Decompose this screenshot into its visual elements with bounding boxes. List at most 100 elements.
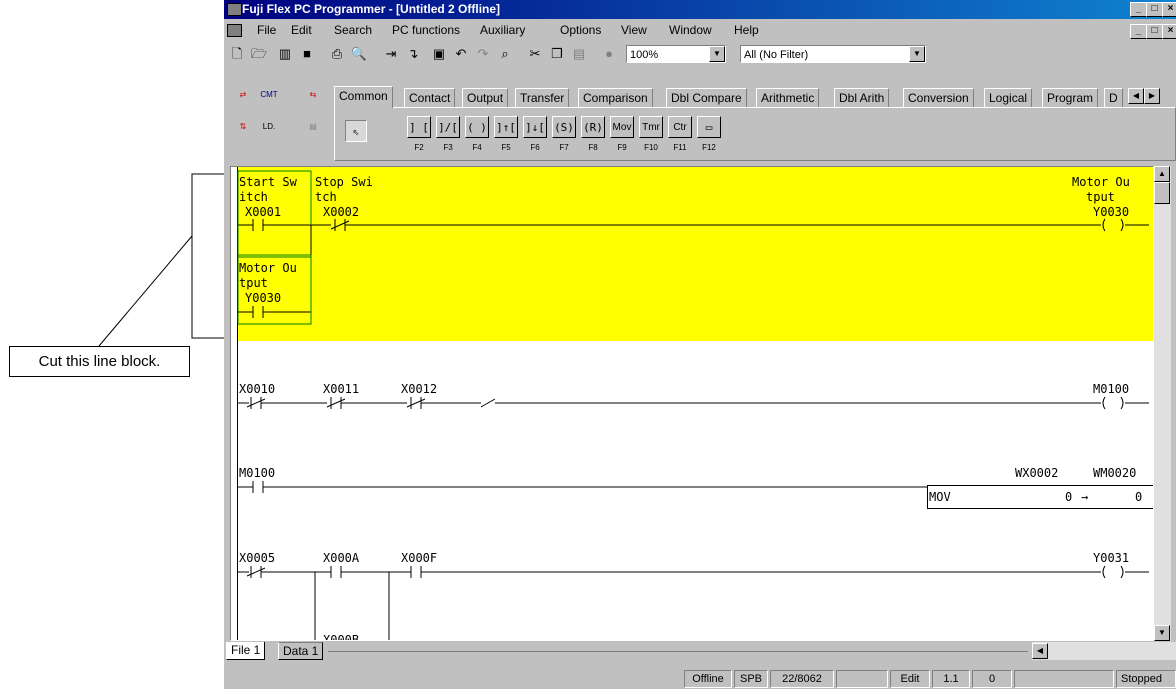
ld-or-icon[interactable]: LD.: [258, 116, 280, 138]
open-folder-icon[interactable]: 🗁: [250, 45, 268, 63]
tab-arithmetic[interactable]: Arithmetic: [756, 88, 820, 108]
instruction-timer[interactable]: Tmr: [639, 116, 663, 138]
doc-maximize-button[interactable]: □: [1146, 24, 1163, 39]
horizontal-scrollbar[interactable]: ◀: [1032, 642, 1176, 660]
instruction-reset[interactable]: (R): [581, 116, 605, 138]
filter-value: All (No Filter): [744, 49, 809, 61]
close-button[interactable]: ×: [1162, 2, 1176, 17]
zoom-select[interactable]: 100% ▼: [626, 45, 726, 63]
cut-icon[interactable]: ✂: [526, 45, 544, 63]
status-run-state: Stopped: [1116, 670, 1176, 688]
app-icon: [227, 3, 242, 16]
insert-rung-icon[interactable]: ⇄: [232, 84, 254, 106]
menu-search[interactable]: Search: [334, 23, 372, 37]
upload-icon[interactable]: ↴: [404, 45, 422, 63]
instruction-mov[interactable]: Mov: [610, 116, 634, 138]
menu-window[interactable]: Window: [669, 23, 712, 37]
menu-edit[interactable]: Edit: [291, 23, 312, 37]
sheet-tab-data1[interactable]: Data 1: [278, 642, 324, 660]
redo-icon[interactable]: ↷: [474, 45, 492, 63]
contact-x0002-nc[interactable]: [311, 219, 350, 231]
instruction-coil[interactable]: ( ): [465, 116, 489, 138]
maximize-button[interactable]: □: [1146, 2, 1163, 17]
pointer-tool[interactable]: ⇖: [345, 120, 367, 142]
status-bar: Offline SPB 22/8062 Edit 1.1 0 Stopped: [224, 668, 1176, 689]
fkey-label: F5: [501, 143, 511, 152]
print-preview-icon[interactable]: 🔍: [350, 45, 368, 63]
menu-pc-functions[interactable]: PC functions: [392, 23, 460, 37]
scroll-up-icon[interactable]: ▲: [1154, 166, 1170, 182]
menu-help[interactable]: Help: [734, 23, 759, 37]
contact-y0030-parallel[interactable]: [238, 306, 311, 318]
vertical-scrollbar[interactable]: ▲ ▼: [1154, 166, 1171, 641]
tab-logical[interactable]: Logical: [984, 88, 1033, 108]
status-blank-2: [1014, 670, 1114, 688]
comment-io-icon[interactable]: CMT: [258, 84, 280, 106]
doc-minimize-button[interactable]: _: [1130, 24, 1147, 39]
instruction-function-box[interactable]: ▭: [697, 116, 721, 138]
tab-conversion[interactable]: Conversion: [903, 88, 974, 108]
coil-y0030[interactable]: [1102, 218, 1149, 232]
main-toolbar: 🗋 🗁 ▥ ■ ⎙ 🔍 ⇥ ↴ ▣ ↶ ↷ ⌕ ✂ ❐ ▤ ● 100% ▼ Al…: [224, 42, 1176, 66]
chevron-down-icon[interactable]: ▼: [909, 46, 925, 62]
scroll-left-icon[interactable]: ◀: [1032, 643, 1048, 659]
ladder-diagram: [237, 170, 1149, 640]
menu-options[interactable]: Options: [560, 23, 601, 37]
undo-icon[interactable]: ↶: [452, 45, 470, 63]
tab-panel: ⇖ ] [ F2 ]/[ F3 ( ) F4 ]↑[ F5 ]↓[ F6 (S)…: [334, 107, 1176, 161]
zoom-value: 100%: [630, 49, 659, 61]
chevron-down-icon[interactable]: ▼: [709, 46, 725, 62]
tab-dbl-compare[interactable]: Dbl Compare: [666, 88, 747, 108]
tab-scroll-left-icon[interactable]: ◀: [1128, 88, 1144, 104]
sheet-tab-file1[interactable]: File 1: [226, 642, 266, 660]
app-window: Fuji Flex PC Programmer - [Untitled 2 Of…: [224, 0, 1176, 689]
tab-common[interactable]: Common: [334, 86, 393, 108]
instruction-rising-edge[interactable]: ]↑[: [494, 116, 518, 138]
instruction-counter[interactable]: Ctr: [668, 116, 692, 138]
instruction-set[interactable]: (S): [552, 116, 576, 138]
menu-auxiliary[interactable]: Auxiliary: [480, 23, 525, 37]
fkey-label: F8: [588, 143, 598, 152]
download-icon[interactable]: ⇥: [382, 45, 400, 63]
ladder-editor[interactable]: Start Sw itch X0001 Stop Swi tch X0002 M…: [230, 166, 1154, 641]
copy-icon[interactable]: ❐: [548, 45, 566, 63]
find-icon[interactable]: ⌕: [496, 45, 514, 63]
paste-icon[interactable]: ▤: [570, 45, 588, 63]
tab-transfer[interactable]: Transfer: [515, 88, 570, 108]
minimize-button[interactable]: _: [1130, 2, 1147, 17]
library-icon[interactable]: ▥: [276, 45, 294, 63]
fkey-label: F12: [702, 143, 716, 152]
scroll-down-icon[interactable]: ▼: [1154, 625, 1170, 641]
fkey-label: F10: [644, 143, 658, 152]
status-cpu: SPB: [734, 670, 768, 688]
document-icon[interactable]: [227, 24, 242, 37]
doc-close-button[interactable]: ×: [1162, 24, 1176, 39]
contact-x0001[interactable]: [238, 219, 311, 231]
instruction-falling-edge[interactable]: ]↓[: [523, 116, 547, 138]
tab-contact[interactable]: Contact: [404, 88, 456, 108]
block-icon[interactable]: ▤: [302, 116, 324, 138]
filter-select[interactable]: All (No Filter) ▼: [740, 45, 926, 63]
instruction-no-contact[interactable]: ] [: [407, 116, 431, 138]
menu-view[interactable]: View: [621, 23, 647, 37]
window-title: Fuji Flex PC Programmer - [Untitled 2 Of…: [242, 2, 501, 16]
instruction-nc-contact[interactable]: ]/[: [436, 116, 460, 138]
insert-line-icon[interactable]: ⇅: [232, 116, 254, 138]
delete-rung-icon[interactable]: ⇆: [302, 84, 324, 106]
new-file-icon[interactable]: 🗋: [228, 45, 246, 63]
compile-icon[interactable]: ●: [600, 45, 618, 63]
fkey-label: F7: [559, 143, 569, 152]
tab-dbl-arith[interactable]: Dbl Arith: [834, 88, 890, 108]
tab-scroll-right-icon[interactable]: ▶: [1144, 88, 1160, 104]
tab-output[interactable]: Output: [462, 88, 509, 108]
menu-file[interactable]: File: [257, 23, 276, 37]
save-icon[interactable]: ■: [298, 45, 316, 63]
monitor-icon[interactable]: ▣: [430, 45, 448, 63]
scroll-thumb[interactable]: [1154, 182, 1170, 204]
tab-d[interactable]: D: [1104, 88, 1123, 108]
sheet-tab-row: File 1 Data 1 ◀: [224, 641, 1176, 661]
tab-program[interactable]: Program: [1042, 88, 1099, 108]
fkey-label: F2: [414, 143, 424, 152]
print-icon[interactable]: ⎙: [328, 45, 346, 63]
tab-comparison[interactable]: Comparison: [578, 88, 653, 108]
